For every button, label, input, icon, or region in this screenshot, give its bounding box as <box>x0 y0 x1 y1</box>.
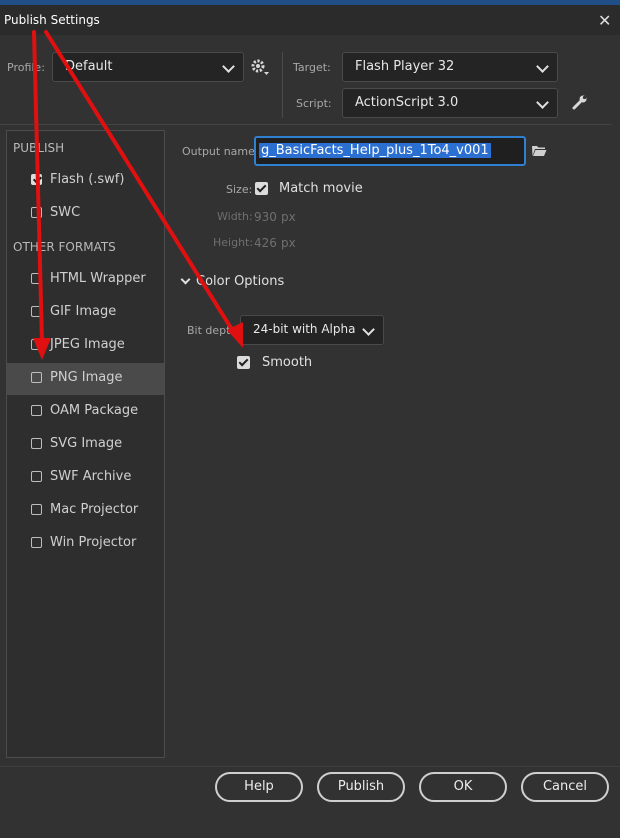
color-options-label: Color Options <box>196 274 285 289</box>
height-label: Height: <box>213 236 254 249</box>
target-dropdown[interactable]: Flash Player 32 <box>342 52 558 82</box>
sidebar-item-png-image[interactable]: PNG Image <box>7 363 164 395</box>
sidebar-item-label: Win Projector <box>50 535 137 550</box>
sidebar-item-flash[interactable]: Flash (.swf) <box>7 165 164 197</box>
sidebar-item-swc[interactable]: SWC <box>7 198 164 230</box>
sidebar-item-label: Mac Projector <box>50 502 139 517</box>
window-title: Publish Settings <box>4 13 100 27</box>
sidebar-item-gif-image[interactable]: GIF Image <box>7 297 164 329</box>
sidebar-item-html-wrapper[interactable]: HTML Wrapper <box>7 264 164 296</box>
smooth-label: Smooth <box>262 355 313 370</box>
script-value: ActionScript 3.0 <box>355 95 459 110</box>
match-movie-checkbox[interactable] <box>255 182 268 195</box>
png-image-checkbox[interactable] <box>31 372 42 383</box>
target-value: Flash Player 32 <box>355 59 455 74</box>
chevron-down-icon <box>362 323 375 336</box>
sidebar-item-mac-projector[interactable]: Mac Projector <box>7 495 164 527</box>
chevron-down-icon <box>222 60 235 73</box>
width-label: Width: <box>217 210 253 223</box>
gear-icon[interactable] <box>250 57 270 81</box>
width-unit: px <box>281 210 296 224</box>
flash-checkbox[interactable] <box>31 174 42 185</box>
target-label: Target: <box>293 61 331 74</box>
sidebar-item-label: JPEG Image <box>50 337 125 352</box>
swc-checkbox[interactable] <box>31 207 42 218</box>
bit-depth-label: Bit depth: <box>187 324 242 337</box>
cancel-button[interactable]: Cancel <box>521 772 609 802</box>
profile-value: Default <box>65 59 113 74</box>
sidebar-item-label: SWC <box>50 205 81 220</box>
output-name-value: g_BasicFacts_Help_plus_1To4_v001 <box>259 143 491 158</box>
sidebar-item-label: Flash (.swf) <box>50 172 125 187</box>
publish-button[interactable]: Publish <box>317 772 405 802</box>
height-unit: px <box>281 236 296 250</box>
script-label: Script: <box>296 97 332 110</box>
smooth-checkbox[interactable] <box>237 356 250 369</box>
sidebar-item-swf-archive[interactable]: SWF Archive <box>7 462 164 494</box>
chevron-down-icon <box>536 96 549 109</box>
sidebar-item-label: HTML Wrapper <box>50 271 146 286</box>
profile-label: Profile: <box>7 61 45 74</box>
bit-depth-value: 24-bit with Alpha <box>253 322 356 336</box>
sidebar-item-oam-package[interactable]: OAM Package <box>7 396 164 428</box>
oam-package-checkbox[interactable] <box>31 405 42 416</box>
folder-icon[interactable] <box>531 144 547 161</box>
sidebar-item-label: SWF Archive <box>50 469 132 484</box>
output-name-input[interactable]: g_BasicFacts_Help_plus_1To4_v001 <box>254 136 526 166</box>
profile-dropdown[interactable]: Default <box>52 52 244 82</box>
sidebar-item-jpeg-image[interactable]: JPEG Image <box>7 330 164 362</box>
gif-image-checkbox[interactable] <box>31 306 42 317</box>
other-formats-heading: OTHER FORMATS <box>13 240 116 254</box>
jpeg-image-checkbox[interactable] <box>31 339 42 350</box>
close-icon[interactable]: ✕ <box>598 11 611 30</box>
match-movie-label: Match movie <box>279 181 363 196</box>
output-name-label: Output name: <box>182 145 259 158</box>
sidebar-item-label: OAM Package <box>50 403 139 418</box>
sidebar-item-svg-image[interactable]: SVG Image <box>7 429 164 461</box>
width-value: 930 <box>254 210 277 224</box>
format-sidebar: PUBLISH Flash (.swf) SWC OTHER FORMATS H… <box>6 130 165 758</box>
chevron-down-icon <box>536 60 549 73</box>
win-projector-checkbox[interactable] <box>31 537 42 548</box>
sidebar-item-win-projector[interactable]: Win Projector <box>7 528 164 560</box>
chevron-down-icon <box>180 274 191 285</box>
header-divider <box>282 52 283 118</box>
ok-button[interactable]: OK <box>419 772 507 802</box>
sidebar-item-label: PNG Image <box>50 370 123 385</box>
sidebar-item-label: SVG Image <box>50 436 123 451</box>
swf-archive-checkbox[interactable] <box>31 471 42 482</box>
size-label: Size: <box>226 183 253 196</box>
height-value: 426 <box>254 236 277 250</box>
color-options-toggle[interactable]: Color Options <box>180 273 290 293</box>
header-separator <box>0 124 612 125</box>
publish-heading: PUBLISH <box>13 141 65 155</box>
title-bar: Publish Settings ✕ <box>0 5 620 35</box>
sidebar-item-label: GIF Image <box>50 304 117 319</box>
html-wrapper-checkbox[interactable] <box>31 273 42 284</box>
wrench-icon[interactable] <box>572 94 588 114</box>
script-dropdown[interactable]: ActionScript 3.0 <box>342 88 558 118</box>
bit-depth-dropdown[interactable]: 24-bit with Alpha <box>240 315 384 345</box>
mac-projector-checkbox[interactable] <box>31 504 42 515</box>
help-button[interactable]: Help <box>215 772 303 802</box>
svg-image-checkbox[interactable] <box>31 438 42 449</box>
footer-separator <box>0 766 620 767</box>
